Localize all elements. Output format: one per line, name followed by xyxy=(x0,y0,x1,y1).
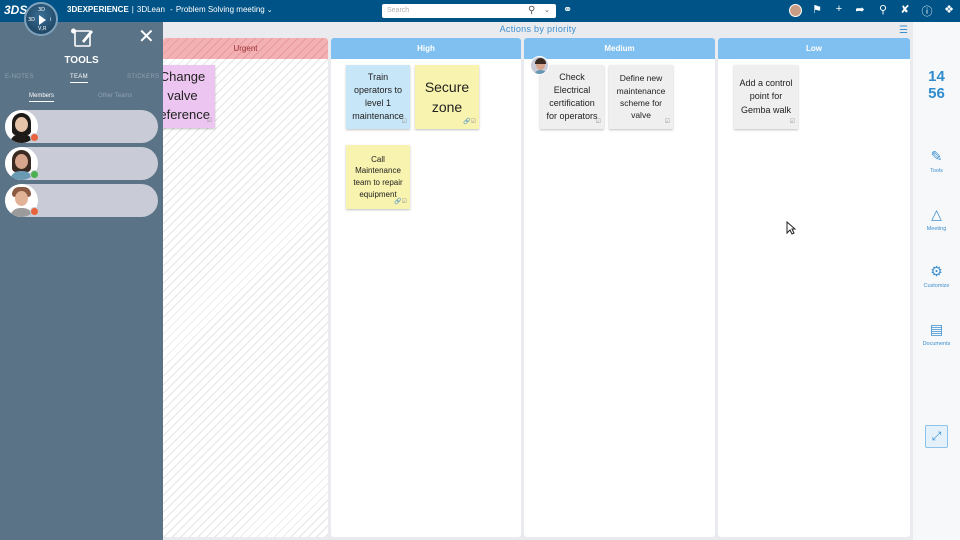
link-check-icon[interactable]: 🔗☑ xyxy=(463,118,476,127)
document-icon: ▤ xyxy=(929,321,944,337)
sticky-note[interactable]: Check Electrical certification for opera… xyxy=(540,65,604,129)
checkbox-icon[interactable]: ☑ xyxy=(790,118,795,127)
play-icon[interactable] xyxy=(39,15,46,25)
column-header-high: High xyxy=(331,38,521,59)
compass-icon[interactable]: 3D 3D i V,R xyxy=(24,2,58,36)
checkbox-icon[interactable]: ☑ xyxy=(207,117,212,126)
rail-customize-label: Customize xyxy=(923,283,950,289)
link-check-icon[interactable]: 🔗☑ xyxy=(394,198,407,207)
tag-icon[interactable]: ⚭ xyxy=(563,3,572,16)
column-header-medium: Medium xyxy=(524,38,715,59)
tools-icon xyxy=(71,28,93,47)
tools-icon[interactable]: ✘ xyxy=(898,3,912,16)
assignee-avatar[interactable] xyxy=(530,56,549,75)
search-box[interactable]: Search ⚲ ⌄ xyxy=(382,4,556,18)
rail-tools-button[interactable]: ✎ Tools xyxy=(913,148,960,174)
column-header-urgent: Urgent xyxy=(163,38,328,59)
compass-right-label: i xyxy=(50,17,52,23)
note-text: Define new maintenance scheme for valve xyxy=(616,73,666,121)
compass-top-label: 3D xyxy=(38,7,46,13)
tab-team[interactable]: TEAM xyxy=(70,74,88,83)
app-title[interactable]: 3DEXPERIENCE | 3DLean - Problem Solving mee… xyxy=(67,5,273,14)
sticky-note[interactable]: Secure zone 🔗☑ xyxy=(415,65,479,129)
checkbox-icon[interactable]: ☑ xyxy=(596,118,601,127)
sticky-note[interactable]: Call Maintenance team to repair equipmen… xyxy=(346,145,410,209)
compass-bottom-label: V,R xyxy=(38,26,47,32)
subtab-members[interactable]: Members xyxy=(29,93,55,102)
status-indicator xyxy=(30,207,39,216)
brand-label: 3DEXPERIENCE xyxy=(67,5,129,14)
sticky-note[interactable]: Add a control point for Gemba walk ☑ xyxy=(734,65,798,129)
share-label-icon[interactable]: ⚑ xyxy=(810,3,824,16)
network-icon[interactable]: ⚲ xyxy=(876,3,890,16)
document-name: Problem Solving meeting xyxy=(175,5,265,14)
panel-tabs: E-NOTES TEAM STICKERS xyxy=(0,74,163,86)
rail-meeting-label: Meeting xyxy=(926,226,947,232)
status-indicator xyxy=(30,170,39,179)
close-icon[interactable]: ✕ xyxy=(138,27,155,47)
help-icon[interactable]: ⓘ xyxy=(920,3,934,19)
clock-hours: 14 xyxy=(928,68,945,85)
column-header-low: Low xyxy=(718,38,910,59)
member-row[interactable] xyxy=(5,147,158,180)
note-text: Secure zone xyxy=(424,78,470,115)
rail-meeting-button[interactable]: △ Meeting xyxy=(913,206,960,232)
status-indicator xyxy=(30,133,39,142)
tab-e-notes[interactable]: E-NOTES xyxy=(5,74,34,80)
title-separator: | xyxy=(131,5,134,14)
rail-tools-label: Tools xyxy=(930,168,943,174)
tools-panel: ✕ TOOLS E-NOTES TEAM STICKERS Members Ot… xyxy=(0,22,163,540)
sticky-note[interactable]: Train operators to level 1 maintenance ☑ xyxy=(346,65,410,129)
tools-icon: ✎ xyxy=(930,148,943,164)
collapse-icon[interactable]: ⤢ xyxy=(925,425,948,448)
search-input[interactable]: Search xyxy=(387,7,409,14)
sticky-note[interactable]: Define new maintenance scheme for valve … xyxy=(609,65,673,129)
search-icon[interactable]: ⚲ xyxy=(528,5,535,16)
tab-stickers[interactable]: STICKERS xyxy=(127,74,159,80)
checkbox-icon[interactable]: ☑ xyxy=(402,118,407,127)
meeting-icon: △ xyxy=(931,206,942,222)
checkbox-icon[interactable]: ☑ xyxy=(665,118,670,127)
cursor-icon xyxy=(786,221,796,235)
rail-customize-button[interactable]: ⚙ Customize xyxy=(913,263,960,289)
meeting-clock: 14 56 xyxy=(913,68,960,102)
rail-documents-button[interactable]: ▤ Documents xyxy=(913,321,960,347)
chevron-down-icon[interactable]: ⌄ xyxy=(267,7,273,14)
title-separator-2: - xyxy=(170,5,173,14)
board-title: Actions by priority xyxy=(499,24,577,34)
compass-small-icon[interactable]: ❖ xyxy=(942,3,956,16)
avatar[interactable] xyxy=(789,4,802,17)
note-text: Train operators to level 1 maintenance xyxy=(352,71,404,122)
search-options-chevron-icon[interactable]: ⌄ xyxy=(544,6,550,14)
rail-documents-label: Documents xyxy=(922,341,951,347)
share-icon[interactable]: ➦ xyxy=(853,3,867,16)
clock-minutes: 56 xyxy=(928,85,945,102)
menu-icon[interactable]: ☰ xyxy=(899,25,908,36)
member-row[interactable] xyxy=(5,110,158,143)
gear-icon: ⚙ xyxy=(930,263,943,279)
note-text: Check Electrical certification for opera… xyxy=(546,71,598,122)
top-bar: 3DS 3D 3D i V,R 3DEXPERIENCE | 3DLean - Pro… xyxy=(0,0,960,36)
panel-title: TOOLS xyxy=(64,55,99,66)
app-name: 3DLean xyxy=(136,5,165,14)
note-text: Add a control point for Gemba walk xyxy=(739,78,793,115)
compass-left-label: 3D xyxy=(28,17,36,23)
subtab-other-teams[interactable]: Other Teams xyxy=(98,93,132,99)
add-icon[interactable]: + xyxy=(832,3,846,15)
note-text: Call Maintenance team to repair equipmen… xyxy=(353,154,403,199)
member-row[interactable] xyxy=(5,184,158,217)
